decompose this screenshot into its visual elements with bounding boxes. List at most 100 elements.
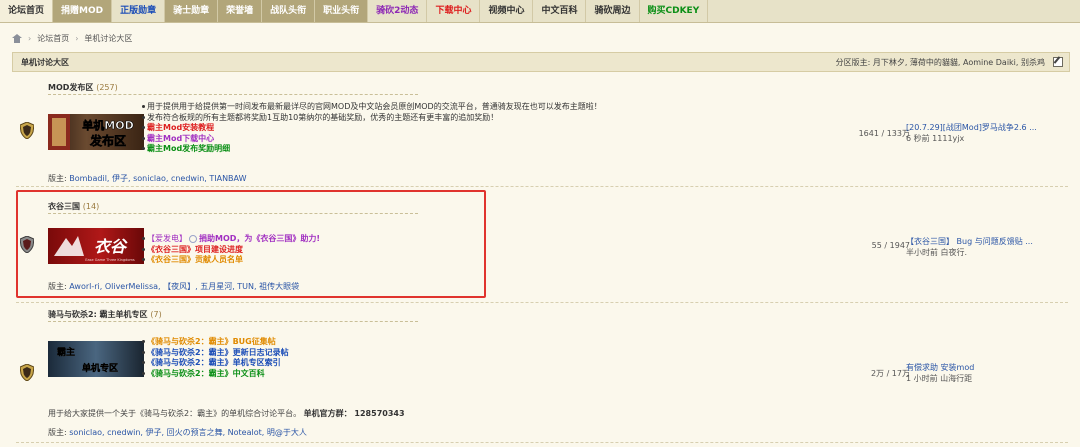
title-underline bbox=[48, 213, 418, 215]
bullet-icon bbox=[142, 115, 145, 119]
forum-stats: 2万 / 17万 bbox=[870, 369, 910, 378]
nav-tab[interactable]: 战队头衔 bbox=[262, 0, 316, 22]
panel-title[interactable]: 单机讨论大区 bbox=[21, 57, 69, 68]
bullet-icon bbox=[142, 126, 145, 129]
forum-count: (14) bbox=[82, 202, 100, 211]
list-item: 用于提供用于给提供第一时间发布最新最详尽的官网MOD及中文站会员原创MOD的交流… bbox=[142, 102, 602, 113]
banner-text: 单机MOD bbox=[82, 118, 133, 132]
forum-title-yigu[interactable]: 衣谷三国 (14) bbox=[48, 201, 99, 212]
nav-tab[interactable]: 视频中心 bbox=[480, 0, 534, 22]
breadcrumb-item-section[interactable]: 单机讨论大区 bbox=[84, 33, 132, 44]
forum-banner-yigu[interactable]: 衣谷 Ease Game Three Kingdoms bbox=[48, 228, 144, 264]
link-bug-report[interactable]: 《骑马与砍杀2：霸主》BUG征集帖 bbox=[147, 337, 276, 346]
bullet-icon bbox=[142, 361, 145, 364]
forum-name[interactable]: 骑马与砍杀2: 霸主单机专区 bbox=[48, 310, 148, 319]
forum-stats: 55 / 1947 bbox=[871, 241, 910, 250]
forum-banner-mod[interactable]: 单机MOD 发布区 bbox=[48, 114, 144, 150]
banner-text: 发布区 bbox=[89, 133, 126, 148]
list-item: 霸主Mod下载中心 bbox=[142, 134, 602, 145]
link-afdian[interactable]: 【爱发电】 bbox=[147, 234, 187, 243]
forum-description-yigu: 【爱发电】 捐助MOD，为《衣谷三国》助力! 《衣谷三国》项目建设进度 《衣谷三国… bbox=[142, 234, 320, 266]
list-item: 《衣谷三国》项目建设进度 bbox=[142, 245, 320, 256]
list-item: 发布符合板规的所有主题都将奖励1互助10第纳尔的基础奖励，优秀的主题还有更丰富的… bbox=[142, 113, 602, 124]
list-item: 《骑马与砍杀2：霸主》单机专区索引 bbox=[142, 358, 289, 369]
breadcrumb-separator: › bbox=[75, 33, 79, 43]
moderator-links[interactable]: Bombadil, 伊子, soniclao, cnedwin, TIANBAW bbox=[69, 174, 246, 183]
nav-tab[interactable]: 荣誉墙 bbox=[218, 0, 263, 22]
list-item: 【爱发电】 捐助MOD，为《衣谷三国》助力! bbox=[142, 234, 320, 245]
nav-tab[interactable]: 下载中心 bbox=[427, 0, 481, 22]
last-post-time: 6 秒前 1111yjx bbox=[906, 134, 965, 143]
list-item: 《骑马与砍杀2：霸主》更新日志记录帖 bbox=[142, 348, 289, 359]
forum-moderators: 版主: Bombadil, 伊子, soniclao, cnedwin, TIA… bbox=[48, 173, 247, 184]
list-item: 《骑马与砍杀2：霸主》中文百科 bbox=[142, 369, 289, 380]
link-install-guide[interactable]: 霸主Mod安装教程 bbox=[147, 123, 214, 132]
forum-name[interactable]: MOD发布区 bbox=[48, 83, 93, 92]
link-donate-mod[interactable]: 捐助MOD，为《衣谷三国》助力! bbox=[199, 234, 320, 243]
moderator-links[interactable]: Aworl-ri, OliverMelissa, 【夜风】, 五月星河, TUN… bbox=[69, 282, 299, 291]
moderators-label: 版主: bbox=[48, 174, 67, 183]
nav-tab[interactable]: 骑士勋章 bbox=[165, 0, 219, 22]
forum-count: (7) bbox=[150, 310, 162, 319]
last-post-link[interactable]: 有偿求助 安装mod bbox=[906, 363, 974, 372]
banner-text: 衣谷 bbox=[94, 237, 128, 256]
bullet-icon bbox=[142, 340, 145, 343]
forum-shield-icon bbox=[19, 235, 35, 254]
last-post-time: 1 小时前 山海行距 bbox=[906, 374, 973, 383]
last-post: 有偿求助 安装mod 1 小时前 山海行距 bbox=[906, 362, 1066, 384]
breadcrumb-item-home[interactable]: 论坛首页 bbox=[37, 33, 69, 44]
forum-shield-icon bbox=[19, 121, 35, 140]
forum-title-mod[interactable]: MOD发布区 (257) bbox=[48, 82, 118, 93]
link-progress[interactable]: 《衣谷三国》项目建设进度 bbox=[147, 245, 243, 254]
divider bbox=[16, 186, 1068, 187]
list-item: 霸主Mod发布奖励明细 bbox=[142, 144, 602, 155]
bullet-icon bbox=[142, 247, 145, 251]
link-changelog[interactable]: 《骑马与砍杀2：霸主》更新日志记录帖 bbox=[147, 348, 289, 357]
bullet-icon bbox=[142, 147, 145, 150]
link-contributors[interactable]: 《衣谷三国》贡献人员名单 bbox=[147, 255, 243, 264]
nav-tab[interactable]: 购买CDKEY bbox=[640, 0, 709, 22]
moderator-links[interactable]: soniclao, cnedwin, 伊子, 回火の预言之舞, Notealot… bbox=[69, 428, 307, 437]
forum-banner-bannerlord[interactable]: 霸主 单机专区 bbox=[48, 341, 144, 377]
nav-tab[interactable]: 中文百科 bbox=[533, 0, 587, 22]
last-post-link[interactable]: 【衣谷三国】 Bug 与问题反馈贴 ... bbox=[906, 237, 1033, 246]
gift-icon bbox=[189, 234, 197, 243]
home-icon[interactable] bbox=[12, 33, 22, 43]
list-item: 霸主Mod安装教程 bbox=[142, 123, 602, 134]
forum-name[interactable]: 衣谷三国 bbox=[48, 202, 80, 211]
forum-moderators: 版主: Aworl-ri, OliverMelissa, 【夜风】, 五月星河,… bbox=[48, 281, 299, 292]
nav-tab[interactable]: 职业头衔 bbox=[315, 0, 369, 22]
forum-moderators: 版主: soniclao, cnedwin, 伊子, 回火の预言之舞, Note… bbox=[48, 427, 307, 438]
new-post-icon[interactable] bbox=[1053, 57, 1063, 67]
link-download-center[interactable]: 霸主Mod下载中心 bbox=[147, 134, 214, 143]
divider bbox=[16, 442, 1068, 443]
last-post-time: 半小时前 白夜行. bbox=[906, 248, 968, 257]
last-post: [20.7.29][战团Mod]罗马战争2.6 ... 6 秒前 1111yjx bbox=[906, 122, 1066, 144]
nav-tab[interactable]: 骑砍周边 bbox=[586, 0, 640, 22]
banner-text: 霸主 bbox=[57, 346, 75, 358]
link-reward-details[interactable]: 霸主Mod发布奖励明细 bbox=[147, 144, 230, 153]
bullet-icon bbox=[142, 258, 145, 261]
top-nav: 论坛首页 捐赠MOD 正版勋章 骑士勋章 荣誉墙 战队头衔 职业头衔 骑砍2动态 下载中心 视频中… bbox=[0, 0, 1080, 23]
official-group: 单机官方群： 128570343 bbox=[303, 409, 405, 418]
banner-text: 单机专区 bbox=[82, 362, 118, 374]
breadcrumb: › 论坛首页 › 单机讨论大区 bbox=[12, 32, 132, 44]
link-wiki[interactable]: 《骑马与砍杀2：霸主》中文百科 bbox=[147, 369, 265, 378]
breadcrumb-separator: › bbox=[28, 33, 32, 43]
forum-shield-icon bbox=[19, 363, 35, 382]
forum-description-mod: 用于提供用于给提供第一时间发布最新最详尽的官网MOD及中文站会员原创MOD的交流… bbox=[142, 102, 602, 155]
forum-title-bannerlord[interactable]: 骑马与砍杀2: 霸主单机专区 (7) bbox=[48, 309, 162, 320]
nav-tab[interactable]: 骑砍2动态 bbox=[368, 0, 428, 22]
bullet-icon bbox=[142, 371, 145, 375]
forum-count: (257) bbox=[96, 83, 118, 92]
panel-moderators: 分区版主: 月下林夕, 薄荷中的貓貓, Aomine Daiki, 别杀鸡 bbox=[835, 58, 1045, 67]
description-text: 用于给大家提供一个关于《骑马与砍杀2：霸主》的单机综合讨论平台。 bbox=[48, 409, 302, 418]
link-index[interactable]: 《骑马与砍杀2：霸主》单机专区索引 bbox=[147, 358, 281, 367]
last-post-link[interactable]: [20.7.29][战团Mod]罗马战争2.6 ... bbox=[906, 123, 1037, 132]
bullet-icon bbox=[142, 350, 145, 354]
last-post: 【衣谷三国】 Bug 与问题反馈贴 ... 半小时前 白夜行. bbox=[906, 236, 1066, 258]
nav-tab[interactable]: 正版勋章 bbox=[112, 0, 166, 22]
bullet-icon bbox=[142, 136, 145, 140]
nav-tab[interactable]: 捐赠MOD bbox=[53, 0, 113, 22]
nav-tab[interactable]: 论坛首页 bbox=[0, 0, 54, 22]
